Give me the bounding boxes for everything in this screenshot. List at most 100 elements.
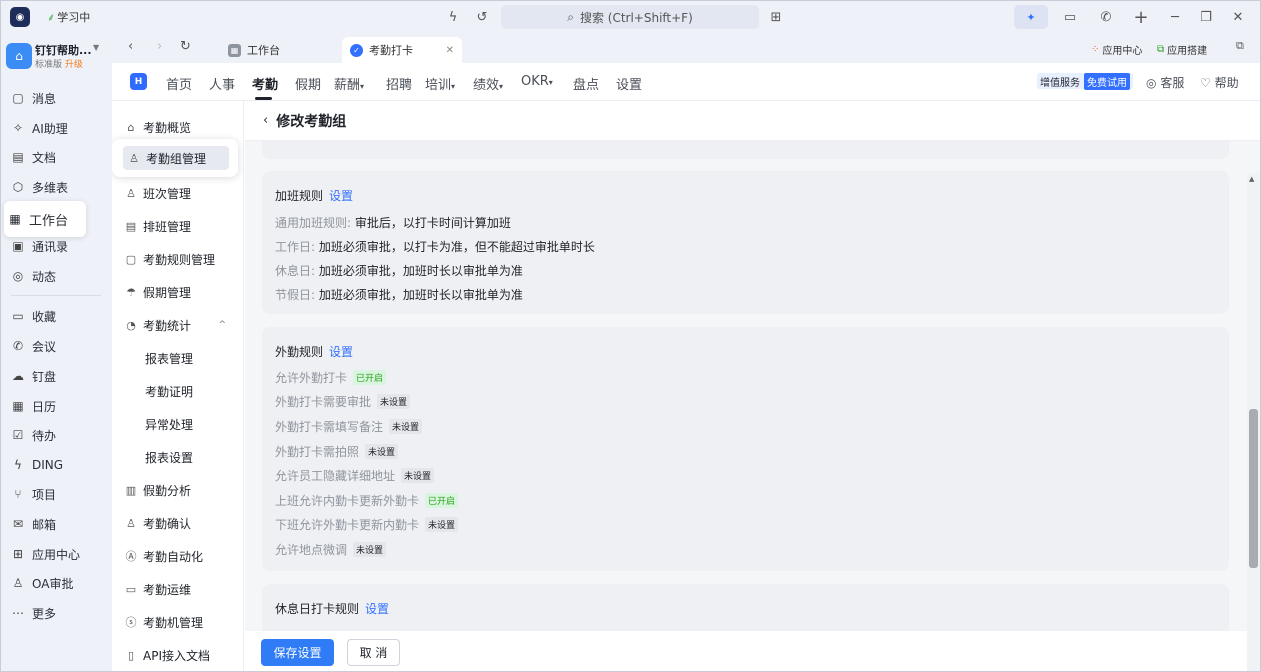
field-rule-row: 上班允许内勤卡更新外勤卡 已开启: [275, 492, 459, 509]
menu-settings[interactable]: 设置: [616, 74, 642, 93]
app-build-link[interactable]: ⧉ 应用搭建: [1157, 42, 1207, 57]
side-item-shift-mgmt[interactable]: ♙ 班次管理: [124, 181, 240, 205]
document-icon: ▤: [12, 150, 24, 164]
tab-attendance[interactable]: ✓ 考勤打卡 ✕: [342, 37, 462, 63]
nav-item-oa-approval[interactable]: ♙ OA审批: [7, 570, 107, 596]
menu-performance[interactable]: 绩效▾: [473, 74, 503, 93]
refresh-icon[interactable]: ↻: [180, 39, 191, 54]
form-footer: 保存设置 取 消: [245, 631, 1260, 671]
side-item-holiday-mgmt[interactable]: ☂ 假期管理: [124, 280, 240, 304]
nav-item-ai-assistant[interactable]: ✧ AI助理: [7, 115, 107, 141]
phone-icon[interactable]: ✆: [1097, 8, 1115, 26]
org-name: 钉钉帮助...: [35, 44, 92, 57]
external-window-icon[interactable]: ⧉: [1236, 39, 1244, 53]
cancel-button[interactable]: 取 消: [347, 639, 400, 666]
nav-item-meeting[interactable]: ✆ 会议: [7, 333, 107, 359]
scrollbar-thumb[interactable]: [1249, 409, 1258, 568]
nav-item-mail[interactable]: ✉ 邮箱: [7, 511, 107, 537]
nav-item-multi-table[interactable]: ⬡ 多维表: [7, 174, 107, 200]
nav-item-workbench[interactable]: ▦ 工作台: [4, 201, 86, 237]
back-chevron-icon[interactable]: ‹: [263, 113, 268, 128]
beta-feature-icon[interactable]: ϟ: [444, 8, 462, 26]
app-center-link[interactable]: ⁘ 应用中心: [1091, 42, 1142, 57]
nav-item-moments[interactable]: ◎ 动态: [7, 263, 107, 289]
global-search[interactable]: ⌕ 搜索 (Ctrl+Shift+F): [501, 5, 759, 29]
menu-attendance[interactable]: 考勤: [252, 74, 278, 93]
screen-icon[interactable]: ▭: [1061, 8, 1079, 26]
back-arrow-icon[interactable]: ‹: [128, 39, 133, 54]
menu-training[interactable]: 培训▾: [425, 74, 455, 93]
side-item-rules-mgmt[interactable]: ▢ 考勤规则管理: [124, 247, 240, 271]
menu-personnel[interactable]: 人事: [209, 74, 235, 93]
nav-item-app-center[interactable]: ⊞ 应用中心: [7, 541, 107, 567]
scroll-up-icon[interactable]: ▲: [1249, 175, 1254, 183]
side-item-automation[interactable]: Ⓐ 考勤自动化: [124, 544, 240, 568]
nav-item-docs[interactable]: ▤ 文档: [7, 144, 107, 170]
side-item-confirm[interactable]: ♙ 考勤确认: [124, 511, 240, 535]
side-item-leave-analysis[interactable]: ▥ 假勤分析: [124, 478, 240, 502]
side-item-ops[interactable]: ▭ 考勤运维: [124, 577, 240, 601]
nav-item-ding[interactable]: ϟ DING: [7, 452, 107, 478]
overtime-set-link[interactable]: 设置: [329, 189, 353, 203]
nav-item-project[interactable]: ⑂ 项目: [7, 481, 107, 507]
umbrella-icon: ☂: [126, 285, 136, 299]
upgrade-link[interactable]: 升级: [65, 60, 83, 70]
restday-set-link[interactable]: 设置: [365, 602, 389, 616]
apps-grid-icon[interactable]: ⊞: [767, 8, 785, 26]
side-item-api-docs[interactable]: ▯ API接入文档: [124, 643, 240, 667]
ai-shortcut-button[interactable]: ✦: [1014, 5, 1048, 29]
close-icon[interactable]: ✕: [1229, 8, 1247, 26]
nav-item-favorites[interactable]: ▭ 收藏: [7, 303, 107, 329]
monitor-icon: ▭: [125, 582, 137, 596]
support-link[interactable]: ◎ 客服: [1146, 74, 1184, 91]
menu-payroll[interactable]: 薪酬▾: [334, 74, 364, 93]
menu-recruit[interactable]: 招聘: [386, 74, 412, 93]
moments-icon: ◎: [12, 269, 24, 283]
nav-item-drive[interactable]: ☁ 钉盘: [7, 363, 107, 389]
status-indicator[interactable]: ⸙ 学习中: [47, 9, 90, 25]
side-item-report-settings[interactable]: 报表设置: [145, 445, 261, 469]
side-item-exception[interactable]: 异常处理: [145, 412, 261, 436]
nav-item-messages[interactable]: ▢ 消息: [7, 85, 107, 111]
nav-divider: [11, 295, 101, 296]
tab-workbench[interactable]: ▦ 工作台: [220, 37, 280, 63]
side-item-stats[interactable]: ◔ 考勤统计 ^: [124, 313, 240, 337]
forward-arrow-icon[interactable]: ›: [157, 39, 162, 54]
side-item-report-mgmt[interactable]: 报表管理: [145, 346, 261, 370]
side-item-certificate[interactable]: 考勤证明: [145, 379, 261, 403]
users-icon: ♙: [126, 186, 136, 200]
field-rules-header: 外勤规则 设置: [275, 345, 354, 359]
help-link[interactable]: ♡ 帮助: [1200, 74, 1239, 91]
add-icon[interactable]: +: [1132, 7, 1150, 28]
field-rule-row: 下班允许外勤卡更新内勤卡 未设置: [275, 516, 459, 533]
nav-item-todo[interactable]: ☑ 待办: [7, 422, 107, 448]
dingtalk-logo-icon[interactable]: ◉: [10, 7, 30, 27]
status-badge: 未设置: [389, 419, 423, 434]
settings-scroll-area[interactable]: 加班规则 设置 通用加班规则: 审批后，以打卡时间计算加班 工作日: 加班必须审批…: [245, 141, 1260, 631]
field-set-link[interactable]: 设置: [329, 345, 353, 359]
nav-item-contacts[interactable]: ▣ 通讯录: [7, 233, 107, 259]
menu-okr[interactable]: OKR▾: [521, 74, 553, 89]
side-item-overview[interactable]: ⌂ 考勤概览: [124, 115, 240, 139]
field-rule-row: 外勤打卡需填写备注 未设置: [275, 418, 423, 435]
menu-home[interactable]: 首页: [166, 74, 192, 93]
save-button[interactable]: 保存设置: [261, 639, 334, 666]
close-tab-icon[interactable]: ✕: [446, 45, 454, 56]
status-badge: 未设置: [353, 542, 387, 557]
side-item-schedule-mgmt[interactable]: ▤ 排班管理: [124, 214, 240, 238]
nav-item-more[interactable]: ⋯ 更多: [7, 600, 107, 626]
history-icon[interactable]: ↺: [473, 8, 491, 26]
menu-inventory[interactable]: 盘点: [573, 74, 599, 93]
automation-icon: Ⓐ: [125, 550, 137, 563]
message-icon: ▢: [12, 91, 24, 105]
side-item-group-mgmt[interactable]: ♙ 考勤组管理: [112, 139, 238, 177]
profile-switcher[interactable]: ⌂ 钉钉帮助... ▼ 标准版 升级: [5, 41, 109, 75]
restore-icon[interactable]: ❐: [1197, 8, 1215, 26]
machine-icon: ⓢ: [125, 616, 137, 629]
minimize-icon[interactable]: ─: [1166, 8, 1184, 26]
nav-item-calendar[interactable]: ▦ 日历: [7, 393, 107, 419]
value-service-badge[interactable]: 增值服务 免费试用: [1037, 72, 1133, 90]
vertical-scrollbar[interactable]: ▲ ▼: [1247, 173, 1260, 671]
menu-leave[interactable]: 假期: [295, 74, 321, 93]
side-item-machine[interactable]: ⓢ 考勤机管理: [124, 610, 240, 634]
